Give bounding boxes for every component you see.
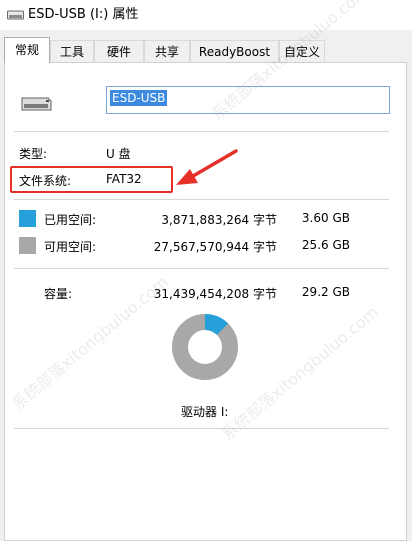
divider [14, 199, 389, 200]
usb-drive-icon [21, 97, 52, 111]
used-space-size: 3.60 GB [301, 211, 350, 225]
divider [14, 131, 389, 132]
file-system-value: FAT32 [106, 172, 142, 186]
drive-letter-label: 驱动器 I: [181, 405, 229, 419]
divider [14, 268, 389, 269]
window-title: ESD-USB (I:) 属性 [28, 7, 139, 22]
capacity-label: 容量: [44, 287, 73, 301]
drive-name-input[interactable]: ESD-USB [106, 86, 390, 114]
tab-readyboost[interactable]: ReadyBoost [190, 40, 279, 62]
tab-hardware[interactable]: 硬件 [94, 40, 144, 62]
tab-tools[interactable]: 工具 [50, 40, 94, 62]
used-space-bytes: 3,871,883,264 字节 [161, 213, 277, 227]
annotation-arrow-icon [176, 149, 238, 185]
tab-customize[interactable]: 自定义 [279, 40, 325, 62]
capacity-bytes: 31,439,454,208 字节 [153, 287, 277, 301]
used-space-swatch [19, 210, 36, 227]
free-space-size: 25.6 GB [301, 238, 350, 252]
free-space-bytes: 27,567,570,944 字节 [153, 240, 277, 254]
type-value: U 盘 [106, 147, 131, 161]
file-system-label: 文件系统: [19, 174, 72, 188]
disk-usage-donut [172, 314, 238, 380]
capacity-size: 29.2 GB [301, 285, 350, 299]
type-label: 类型: [19, 147, 48, 161]
title-bar: ESD-USB (I:) 属性 [0, 0, 412, 30]
tab-sharing[interactable]: 共享 [144, 40, 190, 62]
used-space-label: 已用空间: [44, 213, 97, 227]
drive-name-selected-text: ESD-USB [110, 90, 168, 106]
free-space-label: 可用空间: [44, 240, 97, 254]
divider [14, 428, 389, 429]
free-space-swatch [19, 237, 36, 254]
tab-general[interactable]: 常规 [4, 37, 50, 63]
usb-drive-icon [7, 10, 24, 20]
